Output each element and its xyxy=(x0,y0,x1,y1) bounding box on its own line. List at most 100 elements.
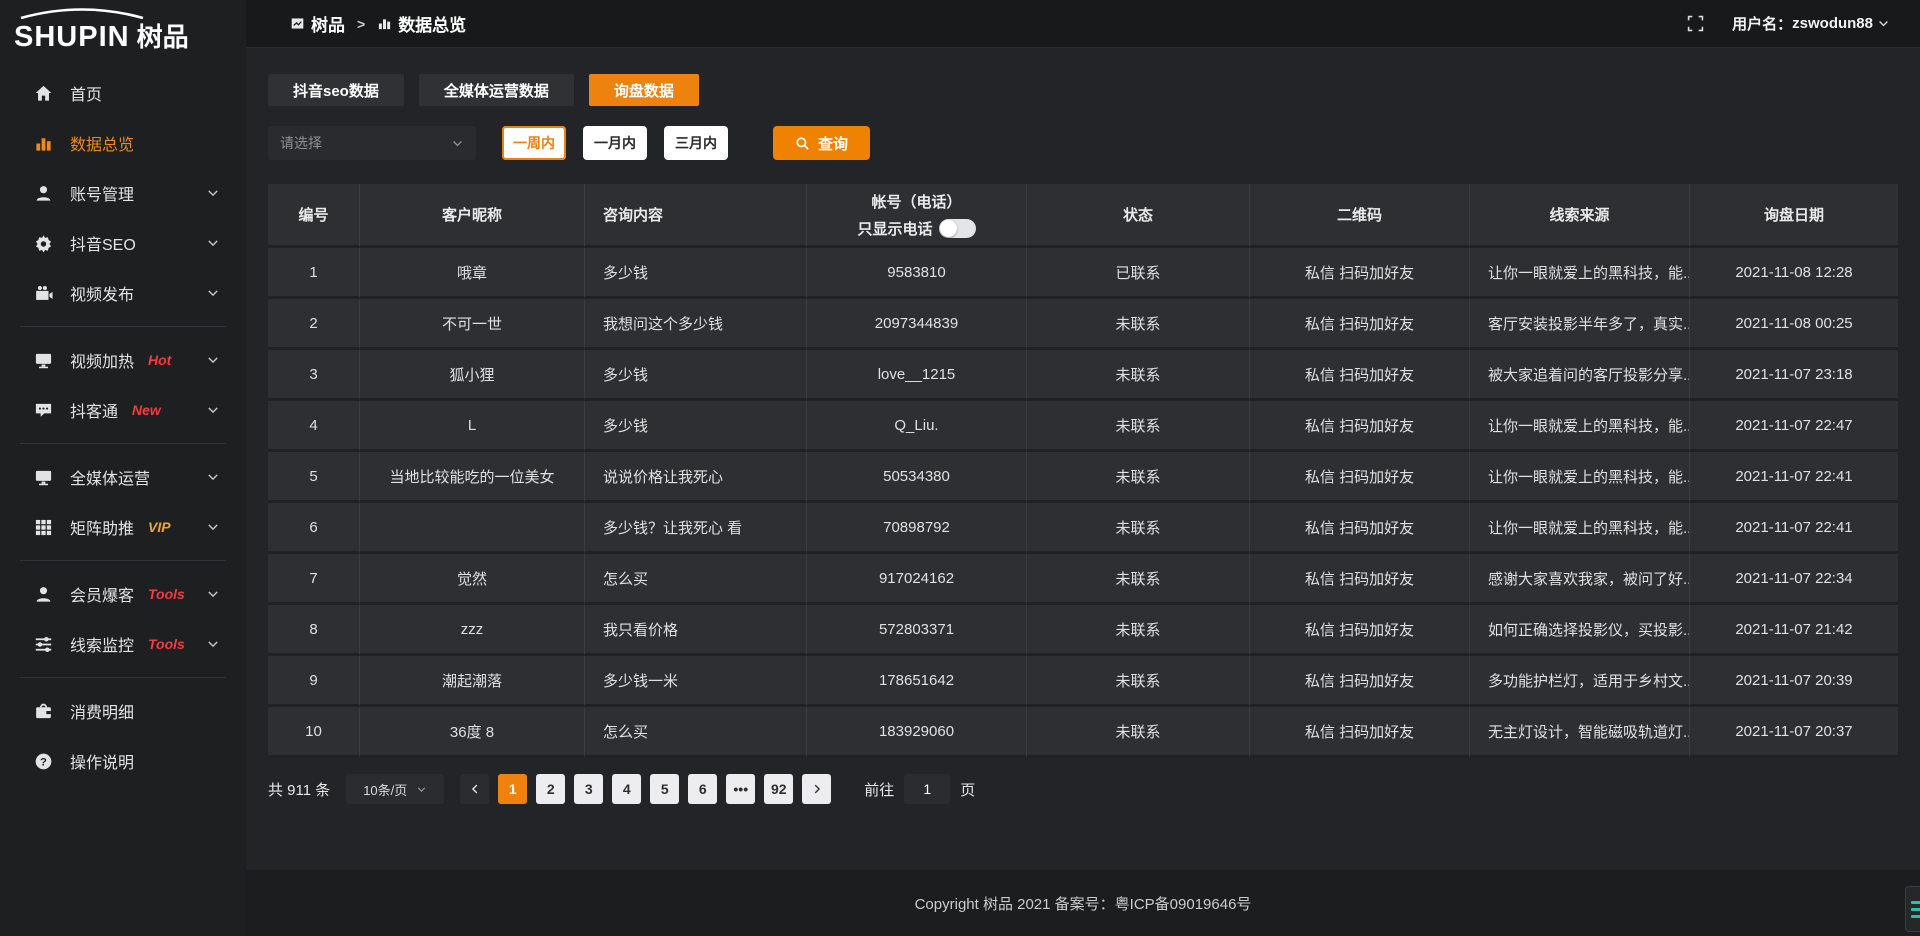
sidebar-item-douketong[interactable]: 抖客通New xyxy=(0,385,246,435)
cell-qrcode[interactable]: 私信 扫码加好友 xyxy=(1250,707,1470,758)
sidebar-item-label: 视频发布 xyxy=(70,281,134,305)
floating-widget[interactable] xyxy=(1905,886,1920,932)
cell-qrcode[interactable]: 私信 扫码加好友 xyxy=(1250,401,1470,452)
question-icon: ? xyxy=(34,752,53,771)
range-button-3[interactable]: 三月内 xyxy=(664,126,728,160)
goto-page-input[interactable] xyxy=(904,774,950,804)
sliders-icon xyxy=(34,635,53,654)
sidebar-item-matrix-boost[interactable]: 矩阵助推VIP xyxy=(0,502,246,552)
topbar: 树品 > 数据总览 用户名： zswodun88 xyxy=(246,0,1920,48)
chevron-down-icon xyxy=(206,353,220,367)
goto-label: 前往 xyxy=(864,779,894,800)
page-button-6[interactable]: 6 xyxy=(688,774,717,804)
cell-status: 未联系 xyxy=(1027,656,1250,707)
cell-source[interactable]: 被大家追着问的客厅投影分享... xyxy=(1470,350,1690,401)
cell-qrcode[interactable]: 私信 扫码加好友 xyxy=(1250,605,1470,656)
chevron-down-icon xyxy=(206,403,220,417)
column-header-5: 状态 xyxy=(1027,184,1250,248)
more-pages-button[interactable]: ••• xyxy=(726,774,755,804)
tab-1[interactable]: 抖音seo数据 xyxy=(268,74,404,106)
cell-qrcode[interactable]: 私信 扫码加好友 xyxy=(1250,248,1470,299)
cell-source[interactable]: 让你一眼就爱上的黑科技，能... xyxy=(1470,248,1690,299)
cell-source[interactable]: 无主灯设计，智能磁吸轨道灯... xyxy=(1470,707,1690,758)
cell-source[interactable]: 感谢大家喜欢我家，被问了好... xyxy=(1470,554,1690,605)
cell-source[interactable]: 如何正确选择投影仪，买投影... xyxy=(1470,605,1690,656)
fullscreen-icon[interactable] xyxy=(1687,15,1704,32)
cell-qrcode[interactable]: 私信 扫码加好友 xyxy=(1250,656,1470,707)
sidebar-item-badge: Tools xyxy=(148,636,185,652)
sidebar-divider xyxy=(20,443,226,444)
sidebar-item-douyin-seo[interactable]: 抖音SEO xyxy=(0,218,246,268)
cell-date: 2021-11-08 00:25 xyxy=(1690,299,1898,350)
tab-3[interactable]: 询盘数据 xyxy=(589,74,699,106)
cell-source[interactable]: 让你一眼就爱上的黑科技，能... xyxy=(1470,452,1690,503)
tab-2[interactable]: 全媒体运营数据 xyxy=(419,74,574,106)
cell-inquiry: 多少钱？让我死心 看 xyxy=(585,503,807,554)
widget-stripe xyxy=(1911,915,1920,918)
sidebar-item-media-operation[interactable]: 全媒体运营 xyxy=(0,452,246,502)
cell-status: 未联系 xyxy=(1027,452,1250,503)
footer: Copyright 树品 2021 备案号：粤ICP备09019646号 xyxy=(246,870,1920,936)
sidebar-item-account-manage[interactable]: 账号管理 xyxy=(0,168,246,218)
sidebar-item-home[interactable]: 首页 xyxy=(0,68,246,118)
phone-only-toggle[interactable] xyxy=(939,219,976,238)
logo-text-cn: 树品 xyxy=(137,17,189,54)
range-button-1[interactable]: 一周内 xyxy=(502,126,566,160)
page-button-4[interactable]: 4 xyxy=(612,774,641,804)
sidebar-item-operation-guide[interactable]: ?操作说明 xyxy=(0,736,246,786)
chat-icon xyxy=(34,401,53,420)
cell-source[interactable]: 多功能护栏灯，适用于乡村文... xyxy=(1470,656,1690,707)
prev-page-button[interactable] xyxy=(460,774,489,804)
cell-inquiry: 怎么买 xyxy=(585,554,807,605)
next-page-button[interactable] xyxy=(802,774,831,804)
sidebar-item-clue-monitor[interactable]: 线索监控 Tools xyxy=(0,619,246,669)
sidebar-item-member-leads[interactable]: 会员爆客Tools xyxy=(0,569,246,619)
sidebar-item-label: 首页 xyxy=(70,81,102,105)
sidebar-item-consume-detail[interactable]: 消费明细 xyxy=(0,686,246,736)
username-value[interactable]: zswodun88 xyxy=(1792,15,1873,32)
page-size-select[interactable]: 10条/页 xyxy=(346,774,444,804)
table-header-row: 编号客户昵称咨询内容帐号（电话）只显示电话状态二维码线索来源询盘日期 xyxy=(268,184,1898,248)
cell-source[interactable]: 让你一眼就爱上的黑科技，能... xyxy=(1470,503,1690,554)
breadcrumb-item-root[interactable]: 树品 xyxy=(311,11,345,36)
page-button-2[interactable]: 2 xyxy=(536,774,565,804)
cell-nickname: 潮起潮落 xyxy=(360,656,585,707)
range-button-2[interactable]: 一月内 xyxy=(583,126,647,160)
page-unit-label: 页 xyxy=(960,779,975,800)
chevron-down-icon xyxy=(206,520,220,534)
page-button-1[interactable]: 1 xyxy=(498,774,527,804)
cell-qrcode[interactable]: 私信 扫码加好友 xyxy=(1250,350,1470,401)
sidebar-item-label: 消费明细 xyxy=(70,699,134,723)
cell-source[interactable]: 让你一眼就爱上的黑科技，能... xyxy=(1470,401,1690,452)
cell-inquiry: 多少钱一米 xyxy=(585,656,807,707)
app-root: SHUPIN 树品 首页数据总览账号管理抖音SEO视频发布视频加热Hot抖客通N… xyxy=(0,0,1920,936)
filter-select[interactable]: 请选择 xyxy=(268,126,476,160)
page-button-92[interactable]: 92 xyxy=(764,774,793,804)
cell-source[interactable]: 客厅安装投影半年多了，真实... xyxy=(1470,299,1690,350)
column-header-3: 咨询内容 xyxy=(585,184,807,248)
cell-nickname: 哦章 xyxy=(360,248,585,299)
cell-qrcode[interactable]: 私信 扫码加好友 xyxy=(1250,299,1470,350)
page-button-5[interactable]: 5 xyxy=(650,774,679,804)
sidebar-divider xyxy=(20,326,226,327)
cell-qrcode[interactable]: 私信 扫码加好友 xyxy=(1250,554,1470,605)
page-button-3[interactable]: 3 xyxy=(574,774,603,804)
breadcrumb-separator: > xyxy=(357,16,365,32)
sidebar-item-label: 线索监控 xyxy=(70,632,134,656)
column-header-2: 客户昵称 xyxy=(360,184,585,248)
chevron-down-icon[interactable] xyxy=(1877,17,1890,30)
sidebar-item-video-heating[interactable]: 视频加热Hot xyxy=(0,335,246,385)
sidebar-item-data-overview[interactable]: 数据总览 xyxy=(0,118,246,168)
sidebar-item-video-publish[interactable]: 视频发布 xyxy=(0,268,246,318)
main-column: 树品 > 数据总览 用户名： zswodun88 抖音seo数据全媒体运营数据询… xyxy=(246,0,1920,936)
cell-inquiry: 说说价格让我死心 xyxy=(585,452,807,503)
cell-no: 2 xyxy=(268,299,360,350)
cell-no: 5 xyxy=(268,452,360,503)
home-icon xyxy=(34,84,53,103)
cell-qrcode[interactable]: 私信 扫码加好友 xyxy=(1250,452,1470,503)
chevron-down-icon xyxy=(206,587,220,601)
monitor-icon xyxy=(34,468,53,487)
cell-qrcode[interactable]: 私信 扫码加好友 xyxy=(1250,503,1470,554)
query-button[interactable]: 查询 xyxy=(773,126,870,160)
inquiry-table: 编号客户昵称咨询内容帐号（电话）只显示电话状态二维码线索来源询盘日期 1哦章多少… xyxy=(268,184,1898,758)
